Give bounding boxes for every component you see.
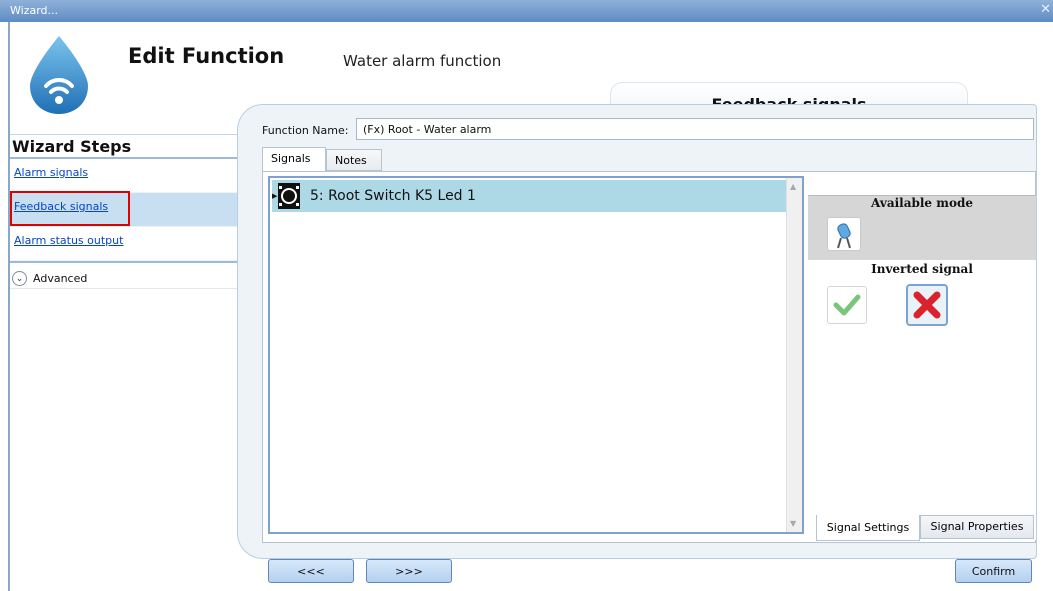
signal-settings-panel: Available mode Inverted signal [808,195,1036,540]
function-name-input[interactable]: (Fx) Root - Water alarm [356,118,1034,140]
function-name-label: Function Name: [262,124,349,137]
available-mode-title: Available mode [808,195,1036,212]
page-title: Edit Function [128,44,285,68]
signal-label: 5: Root Switch K5 Led 1 [310,188,476,204]
water-drop-wifi-icon [24,34,94,120]
check-icon [833,294,861,316]
inverted-no-button[interactable] [906,284,948,326]
tab-signals[interactable]: Signals [262,147,326,172]
steps-list: Alarm signals Feedback signals Alarm sta… [10,157,270,289]
step-feedback-signals[interactable]: Feedback signals [10,191,270,227]
inverted-signal-title: Inverted signal [871,262,973,276]
switch-led-icon [278,183,300,209]
page-subtitle: Water alarm function [343,52,502,70]
advanced-label: Advanced [33,272,88,285]
step-alarm-status-output[interactable]: Alarm status output [10,227,270,261]
red-x-icon [913,291,941,319]
window-title: Wizard... [10,4,59,17]
chevron-down-icon[interactable]: ⌄ [12,271,27,286]
tab-notes[interactable]: Notes [326,149,382,171]
wizard-steps-title: Wizard Steps [12,137,132,156]
list-item[interactable]: ▶ 5: Root Switch K5 Led 1 [272,180,786,212]
scroll-down-icon[interactable]: ▼ [790,519,796,528]
tab-signal-properties[interactable]: Signal Properties [920,515,1034,539]
tab-signal-settings[interactable]: Signal Settings [816,515,920,541]
inverted-yes-button[interactable] [827,286,867,324]
list-scrollbar[interactable]: ▲ ▼ [786,178,802,532]
previous-button[interactable]: <<< [268,559,354,583]
window-titlebar: Wizard... ✕ [0,0,1053,22]
signals-list[interactable]: ▶ 5: Root Switch K5 Led 1 ▲ ▼ [268,176,804,534]
advanced-expander[interactable]: ⌄ Advanced [10,261,270,289]
confirm-button[interactable]: Confirm [955,559,1032,583]
step-feedback-signals-label[interactable]: Feedback signals [14,200,108,213]
wizard-steps-panel: Wizard Steps Alarm signals Feedback sign… [10,134,270,591]
step-alarm-signals[interactable]: Alarm signals [10,159,270,193]
capacitor-icon[interactable] [827,217,861,251]
close-icon[interactable]: ✕ [1040,2,1051,17]
available-mode-area [808,212,1036,260]
next-button[interactable]: >>> [366,559,452,583]
scroll-up-icon[interactable]: ▲ [790,182,796,191]
